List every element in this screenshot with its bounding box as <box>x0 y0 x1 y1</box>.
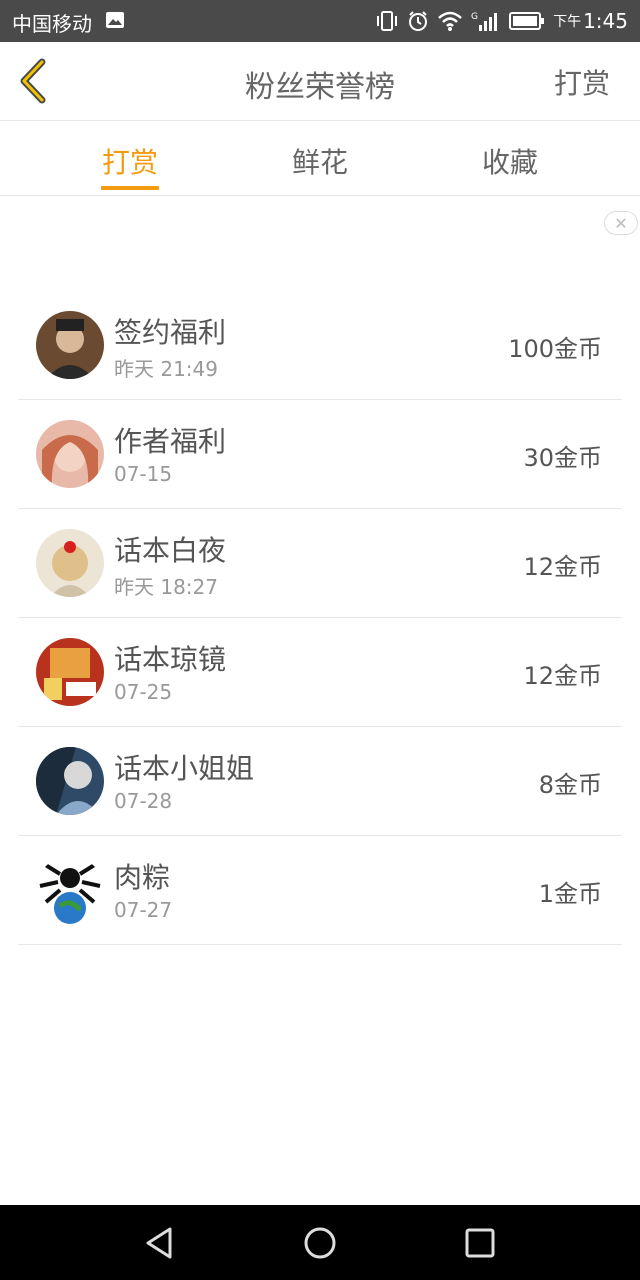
avatar <box>36 856 104 924</box>
ampm-label: 下午 <box>553 14 582 30</box>
battery-icon <box>509 12 545 30</box>
fan-amount: 1金币 <box>538 880 602 908</box>
fan-name: 话本琼镜 <box>114 643 227 676</box>
list-item[interactable]: 肉粽 07-27 1金币 <box>18 836 622 945</box>
avatar <box>36 420 104 488</box>
wifi-icon <box>438 11 462 31</box>
svg-text:G: G <box>471 12 478 22</box>
tab-flowers[interactable]: 鲜花 <box>292 141 348 181</box>
alarm-icon <box>409 11 428 31</box>
list-item[interactable]: 作者福利 07-15 30金币 <box>18 400 622 509</box>
fan-name: 话本白夜 <box>114 534 227 567</box>
fan-date: 昨天 21:49 <box>114 357 218 381</box>
avatar <box>36 638 104 706</box>
status-bar: 中国移动 G 下午 1:45 <box>0 0 640 42</box>
system-nav-bar <box>0 1205 640 1280</box>
fan-date: 07-27 <box>114 898 173 922</box>
list-item[interactable]: 签约福利 昨天 21:49 100金币 <box>18 291 622 400</box>
fan-amount: 30金币 <box>523 444 602 472</box>
nav-back-icon[interactable] <box>140 1223 180 1263</box>
close-icon: ✕ <box>614 213 628 233</box>
fan-list: 签约福利 昨天 21:49 100金币 作者福利 07-15 30金币 话本白夜… <box>18 291 622 945</box>
fan-date: 07-28 <box>114 789 173 813</box>
list-item[interactable]: 话本琼镜 07-25 12金币 <box>18 618 622 727</box>
close-ad-button[interactable]: ✕ <box>604 211 638 235</box>
active-tab-indicator <box>101 186 159 190</box>
avatar <box>36 747 104 815</box>
list-item[interactable]: 话本小姐姐 07-28 8金币 <box>18 727 622 836</box>
fan-amount: 12金币 <box>523 553 602 581</box>
fan-amount: 100金币 <box>508 335 602 363</box>
reward-button[interactable]: 打赏 <box>554 62 610 102</box>
fan-name: 签约福利 <box>114 316 227 349</box>
fan-name: 话本小姐姐 <box>114 752 255 785</box>
nav-home-icon[interactable] <box>300 1223 340 1263</box>
image-notification-icon <box>106 12 124 28</box>
list-item[interactable]: 话本白夜 昨天 18:27 12金币 <box>18 509 622 618</box>
fan-name: 肉粽 <box>114 861 171 894</box>
avatar <box>36 311 104 379</box>
fan-date: 昨天 18:27 <box>114 575 218 599</box>
tab-favorites[interactable]: 收藏 <box>482 141 538 181</box>
fan-amount: 12金币 <box>523 662 602 690</box>
fan-date: 07-15 <box>114 462 173 486</box>
carrier-label: 中国移动 <box>12 12 92 36</box>
fan-date: 07-25 <box>114 680 173 704</box>
fan-name: 作者福利 <box>114 425 227 458</box>
vibrate-icon <box>377 11 398 31</box>
app-header: 粉丝荣誉榜 打赏 <box>0 42 640 121</box>
fan-amount: 8金币 <box>538 771 602 799</box>
avatar <box>36 529 104 597</box>
tab-reward[interactable]: 打赏 <box>102 141 158 181</box>
tab-bar: 打赏 鲜花 收藏 <box>0 121 640 196</box>
page-title: 粉丝荣誉榜 <box>245 70 395 105</box>
clock-time: 1:45 <box>583 9 628 33</box>
signal-icon: G <box>471 12 498 31</box>
nav-recents-icon[interactable] <box>460 1223 500 1263</box>
